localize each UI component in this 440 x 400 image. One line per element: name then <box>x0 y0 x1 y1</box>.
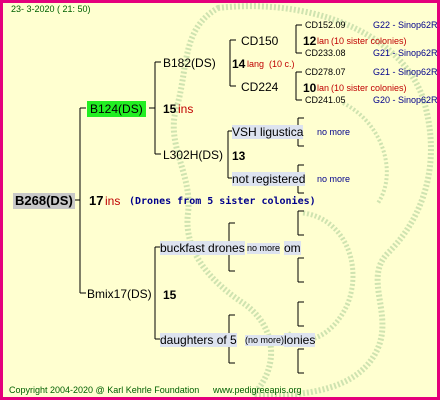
great-1-ref[interactable]: G22 - Sinop62R <box>373 20 437 31</box>
root-number: 17 <box>89 193 104 208</box>
qf-father-id[interactable]: not registered <box>232 172 306 186</box>
great-3-ref[interactable]: G21 - Sinop62R <box>373 67 437 78</box>
qm-mother-number: 12 <box>303 34 317 48</box>
qf-father-more: no more <box>317 174 351 184</box>
footer-site[interactable]: www.pedigreeapis.org <box>213 385 302 396</box>
queen-id[interactable]: B124(DS) <box>87 101 146 117</box>
qm-father-number: 10 <box>303 81 317 95</box>
drone-father-more: (no more) <box>245 335 285 346</box>
queen-mother-suffix: lang <box>247 59 265 69</box>
drone-mother-tail: om <box>284 241 301 255</box>
great-4-ref[interactable]: G20 - Sinop62R <box>373 95 437 106</box>
qm-mother-note: (10 sister colonies) <box>331 36 407 46</box>
root-id[interactable]: B268(DS) <box>13 193 75 209</box>
drone-mother-more: no more <box>247 243 281 254</box>
pedigree-frame: 23- 3-2020 ( 21: 50) B268(DS) 17 ins (Dr… <box>0 0 440 400</box>
qf-mother-more: no more <box>317 127 351 137</box>
footer-copyright: Copyright 2004-2020 @ Karl Kehrle Founda… <box>9 385 200 395</box>
drone-mother-id[interactable]: buckfast drones <box>160 241 245 255</box>
great-2-id[interactable]: CD233.08 <box>305 48 346 59</box>
qm-father-id[interactable]: CD224 <box>241 80 278 94</box>
queen-mother-id[interactable]: B182(DS) <box>163 56 216 70</box>
drone-side-id[interactable]: Bmix17(DS) <box>87 287 152 301</box>
queen-suffix: ins <box>178 102 194 116</box>
queen-father-number: 13 <box>232 149 246 163</box>
qf-mother-id[interactable]: VSH ligustica <box>232 125 304 139</box>
great-3-id[interactable]: CD278.07 <box>305 67 346 78</box>
great-1-id[interactable]: CD152.09 <box>305 20 346 31</box>
qm-mother-id[interactable]: CD150 <box>241 34 278 48</box>
drone-father-tail: lonies <box>284 333 316 347</box>
queen-mother-note: (10 c.) <box>269 59 295 69</box>
drone-father-id[interactable]: daughters of 5 <box>160 333 237 347</box>
root-note: (Drones from 5 sister colonies) <box>129 196 316 207</box>
queen-father-id[interactable]: L302H(DS) <box>163 148 223 162</box>
root-suffix: ins <box>105 194 121 208</box>
queen-number: 15 <box>163 102 177 116</box>
qm-mother-suffix: lan <box>317 36 330 46</box>
qm-father-note: (10 sister colonies) <box>331 83 407 93</box>
drone-side-number: 15 <box>163 288 177 302</box>
great-4-id[interactable]: CD241.05 <box>305 95 346 106</box>
qm-father-suffix: lan <box>317 83 330 93</box>
queen-mother-number: 14 <box>232 57 246 71</box>
date-stamp: 23- 3-2020 ( 21: 50) <box>11 4 91 14</box>
great-2-ref[interactable]: G21 - Sinop62R <box>373 48 437 59</box>
